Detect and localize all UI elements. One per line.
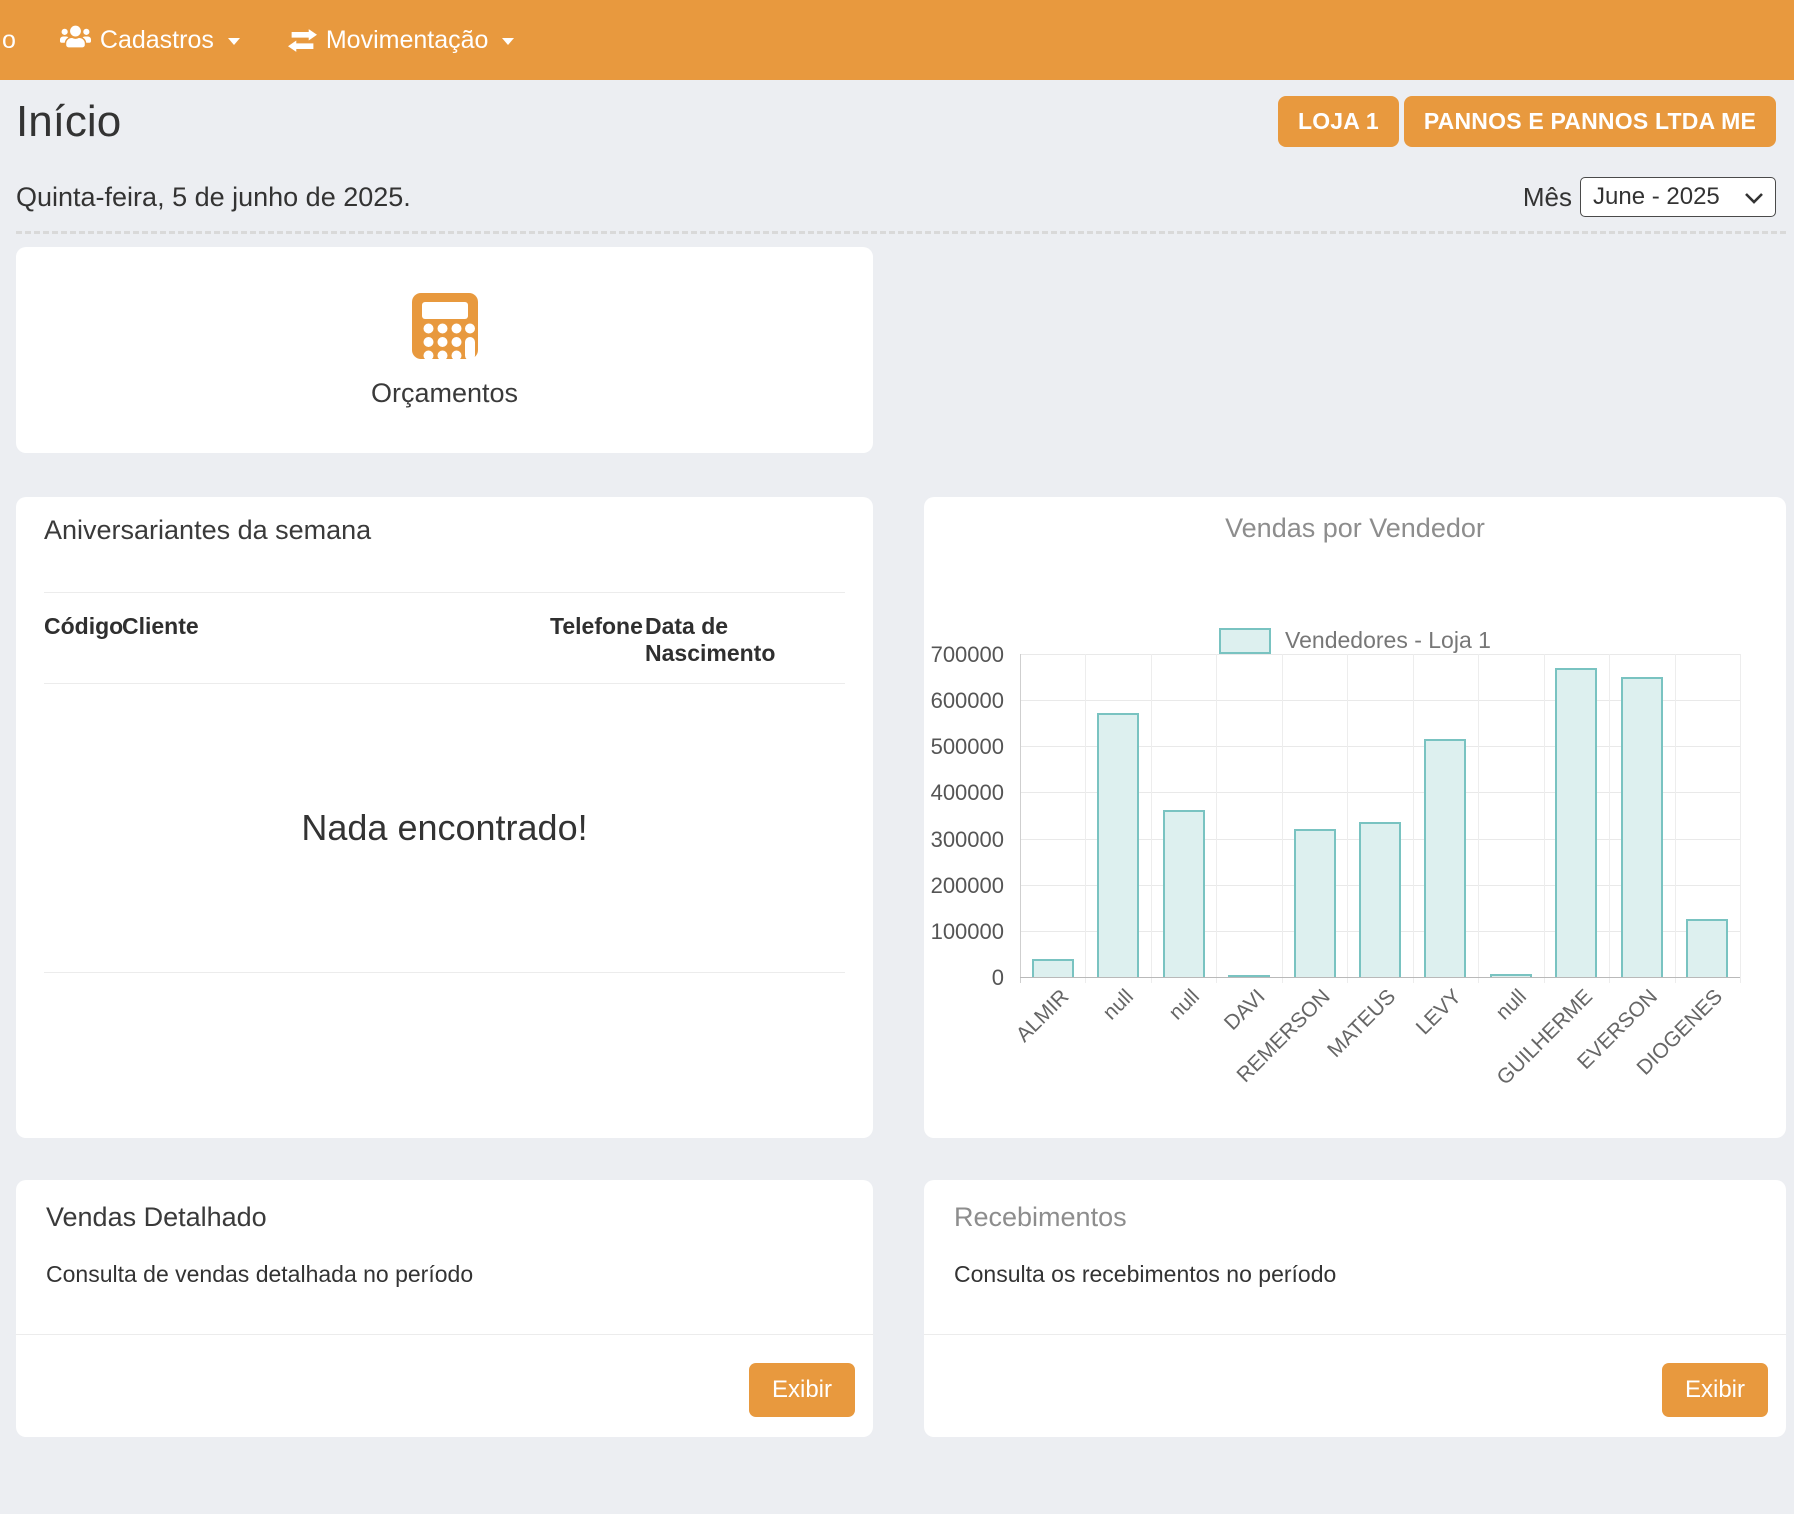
y-axis-tick: 0	[918, 965, 1004, 991]
gridline	[1020, 654, 1740, 655]
orcamentos-label: Orçamentos	[371, 378, 518, 409]
gridline	[1151, 654, 1152, 983]
current-date: Quinta-feira, 5 de junho de 2025.	[16, 182, 411, 213]
chart-bar	[1424, 739, 1466, 977]
page-title: Início	[16, 97, 121, 147]
gridline	[1020, 654, 1021, 983]
y-axis-tick: 700000	[918, 642, 1004, 668]
divider	[924, 1334, 1786, 1335]
recebimentos-description: Consulta os recebimentos no período	[954, 1261, 1756, 1288]
x-axis-labels: ALMIRnullnullDAVIREMERSONMATEUSLEVYnullG…	[1020, 985, 1740, 1115]
y-axis-tick: 600000	[918, 688, 1004, 714]
y-axis-tick: 100000	[918, 919, 1004, 945]
gridline	[1347, 654, 1348, 983]
x-axis-label: MATEUS	[1323, 985, 1401, 1063]
x-axis-line	[1020, 977, 1740, 978]
x-axis-label: null	[1165, 985, 1205, 1025]
chart-title: Vendas por Vendedor	[924, 497, 1786, 544]
birthdays-card-footer	[44, 973, 845, 1138]
sales-chart-card: Vendas por Vendedor Vendedores - Loja 1 …	[924, 497, 1786, 1138]
birthdays-card: Aniversariantes da semana CódigoClienteT…	[16, 497, 873, 1138]
recebimentos-title: Recebimentos	[954, 1180, 1756, 1233]
chart-bar	[1621, 677, 1663, 977]
vendas-detalhado-title: Vendas Detalhado	[46, 1180, 843, 1233]
month-select-value: June - 2025	[1593, 183, 1720, 211]
exchange-arrows-icon	[288, 29, 317, 52]
empty-state: Nada encontrado!	[44, 684, 845, 972]
gridline	[1085, 654, 1086, 983]
y-axis-tick: 400000	[918, 780, 1004, 806]
legend-label: Vendedores - Loja 1	[1285, 627, 1491, 654]
gridline	[1675, 654, 1676, 983]
gridline	[1216, 654, 1217, 983]
empty-state-message: Nada encontrado!	[301, 807, 587, 849]
nav-item-label: Cadastros	[100, 26, 214, 55]
vendas-detalhado-card: Vendas Detalhado Consulta de vendas deta…	[16, 1180, 873, 1437]
y-axis-tick: 200000	[918, 873, 1004, 899]
month-select[interactable]: June - 2025	[1580, 177, 1776, 217]
nav-item-movimentacao[interactable]: Movimentação	[288, 26, 515, 55]
x-axis-label: ALMIR	[1011, 985, 1073, 1047]
chevron-down-icon	[1745, 183, 1763, 211]
column-header: Data de Nascimento	[645, 613, 845, 667]
gridline	[1544, 654, 1545, 983]
chart-bar	[1359, 822, 1401, 977]
chart-bar	[1686, 919, 1728, 977]
company-button[interactable]: PANNOS E PANNOS LTDA ME	[1404, 96, 1776, 147]
gridline	[1413, 654, 1414, 983]
x-axis-label: null	[1099, 985, 1139, 1025]
column-header: Código	[44, 613, 122, 667]
top-navbar: o Cadastros Movimentação	[0, 0, 1794, 80]
vendas-detalhado-description: Consulta de vendas detalhada no período	[46, 1261, 843, 1288]
calculator-icon	[410, 291, 480, 366]
recebimentos-exibir-button[interactable]: Exibir	[1662, 1363, 1768, 1417]
chart-bar	[1163, 810, 1205, 977]
gridline	[1282, 654, 1283, 983]
column-header: Telefone	[550, 613, 645, 667]
birthdays-card-title: Aniversariantes da semana	[44, 515, 845, 546]
chart-bar	[1097, 713, 1139, 977]
nav-item-partial[interactable]: o	[2, 26, 16, 55]
store-button[interactable]: LOJA 1	[1278, 96, 1399, 147]
chart-plot	[1020, 654, 1740, 977]
birthdays-table-header: CódigoClienteTelefoneData de Nascimento	[44, 593, 845, 683]
orcamentos-card[interactable]: Orçamentos	[16, 247, 873, 453]
gridline	[1740, 654, 1741, 983]
chart-bar	[1294, 829, 1336, 977]
x-axis-label: null	[1492, 985, 1532, 1025]
y-axis-tick: 300000	[918, 827, 1004, 853]
chart-bar	[1555, 668, 1597, 977]
header-buttons: LOJA 1 PANNOS E PANNOS LTDA ME	[1278, 96, 1776, 147]
x-axis-label: DAVI	[1220, 985, 1271, 1036]
chart-legend: Vendedores - Loja 1	[924, 627, 1786, 654]
x-axis-label: LEVY	[1411, 985, 1466, 1040]
nav-item-cadastros[interactable]: Cadastros	[60, 24, 240, 56]
legend-swatch	[1219, 628, 1271, 654]
gridline	[1609, 654, 1610, 983]
vendas-exibir-button[interactable]: Exibir	[749, 1363, 855, 1417]
column-header: Cliente	[122, 613, 550, 667]
y-axis-labels: 0100000200000300000400000500000600000700…	[924, 654, 1010, 977]
nav-item-label: Movimentação	[326, 26, 489, 55]
recebimentos-card: Recebimentos Consulta os recebimentos no…	[924, 1180, 1786, 1437]
chart-bar	[1032, 959, 1074, 977]
chevron-down-icon	[502, 38, 514, 45]
month-picker: Mês June - 2025	[1523, 177, 1776, 217]
users-icon	[60, 24, 91, 56]
y-axis-tick: 500000	[918, 734, 1004, 760]
chevron-down-icon	[228, 38, 240, 45]
gridline	[1478, 654, 1479, 983]
divider	[16, 1334, 873, 1335]
month-label: Mês	[1523, 182, 1572, 213]
